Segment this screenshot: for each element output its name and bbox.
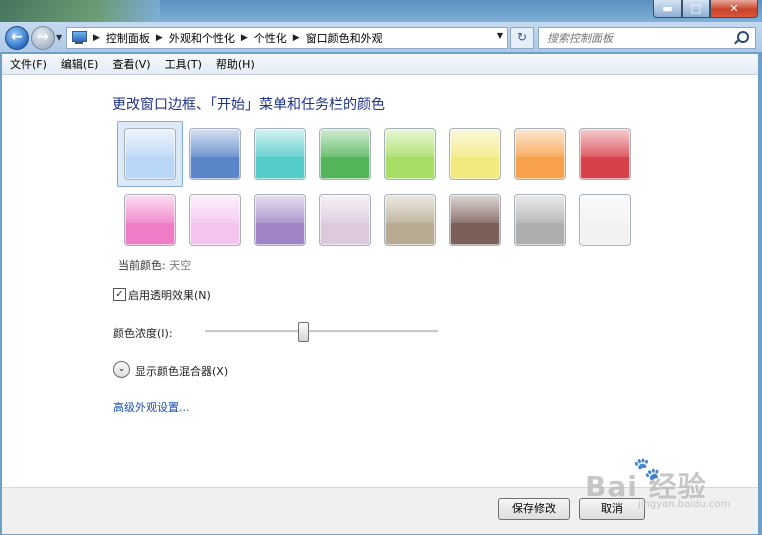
color-swatch-sky[interactable] <box>124 128 176 180</box>
forward-button[interactable]: → <box>31 26 55 50</box>
color-swatch-taupe[interactable] <box>384 194 436 246</box>
chevron-right-icon[interactable]: ▶ <box>156 33 163 43</box>
color-swatch-lemon[interactable] <box>449 128 501 180</box>
chevron-right-icon[interactable]: ▶ <box>93 33 100 43</box>
breadcrumb-item-window-color[interactable]: 窗口颜色和外观 <box>306 30 383 46</box>
menu-tools[interactable]: 工具(T) <box>165 56 202 72</box>
color-swatch-red[interactable] <box>579 128 631 180</box>
chevron-down-icon[interactable]: ▼ <box>497 31 503 40</box>
breadcrumb-item-control-panel[interactable]: 控制面板 <box>106 30 150 46</box>
color-mixer-toggle[interactable]: 显示颜色混合器(X) <box>135 363 228 379</box>
color-swatch-leaf[interactable] <box>319 128 371 180</box>
color-swatch-violet[interactable] <box>254 194 306 246</box>
search-input[interactable] <box>545 28 729 48</box>
color-swatch-sea[interactable] <box>254 128 306 180</box>
close-button[interactable]: ✕ <box>710 0 758 18</box>
transparency-label[interactable]: 启用透明效果(N) <box>128 287 211 303</box>
breadcrumb-item-appearance[interactable]: 外观和个性化 <box>169 30 235 46</box>
watermark-url: jingyan.baidu.com <box>638 499 731 510</box>
color-swatch-orange[interactable] <box>514 128 566 180</box>
menu-help[interactable]: 帮助(H) <box>216 56 255 72</box>
color-swatch-frost[interactable] <box>579 194 631 246</box>
chevron-right-icon[interactable]: ▶ <box>241 33 248 43</box>
chevron-right-icon[interactable]: ▶ <box>293 33 300 43</box>
menu-file[interactable]: 文件(F) <box>10 56 47 72</box>
color-swatch-chocolate[interactable] <box>449 194 501 246</box>
intensity-slider-thumb[interactable] <box>297 322 309 342</box>
window-controls: ▬ □ ✕ <box>653 0 758 18</box>
breadcrumb[interactable]: ▶ 控制面板 ▶ 外观和个性化 ▶ 个性化 ▶ 窗口颜色和外观 ▼ <box>66 27 508 49</box>
color-swatch-slate[interactable] <box>514 194 566 246</box>
breadcrumb-item-personalization[interactable]: 个性化 <box>254 30 287 46</box>
current-color: 当前颜色: 天空 <box>118 257 191 273</box>
color-swatch-fuchsia[interactable] <box>124 194 176 246</box>
desktop-background-strip <box>0 0 160 22</box>
content-area <box>2 75 758 487</box>
back-button[interactable]: ← <box>5 26 29 50</box>
refresh-icon: ↻ <box>516 30 528 44</box>
current-color-value: 天空 <box>169 259 192 272</box>
paw-icon: 🐾 <box>633 457 661 482</box>
search-icon[interactable] <box>737 31 749 43</box>
refresh-button[interactable]: ↻ <box>510 27 534 49</box>
watermark: Bai 经验 🐾 jingyan.baidu.com <box>585 457 745 521</box>
save-button[interactable]: 保存修改 <box>498 498 570 520</box>
color-swatch-lime[interactable] <box>384 128 436 180</box>
current-color-label: 当前颜色: <box>118 259 166 272</box>
menu-bar: 文件(F) 编辑(E) 查看(V) 工具(T) 帮助(H) <box>2 54 758 75</box>
minimize-button[interactable]: ▬ <box>653 0 682 18</box>
menu-view[interactable]: 查看(V) <box>112 56 150 72</box>
intensity-slider-track[interactable] <box>205 330 438 333</box>
color-swatch-blush[interactable] <box>189 194 241 246</box>
menu-edit[interactable]: 编辑(E) <box>61 56 99 72</box>
color-swatch-lavender[interactable] <box>319 194 371 246</box>
color-swatch-twilight[interactable] <box>189 128 241 180</box>
advanced-appearance-link[interactable]: 高级外观设置... <box>113 399 190 415</box>
page-title: 更改窗口边框、「开始」菜单和任务栏的颜色 <box>112 97 385 113</box>
transparency-checkbox[interactable]: ✓ <box>113 288 126 301</box>
search-box[interactable] <box>538 27 756 49</box>
history-dropdown-icon[interactable]: ▼ <box>56 33 62 42</box>
maximize-button[interactable]: □ <box>682 0 710 18</box>
intensity-label: 颜色浓度(I): <box>113 327 173 340</box>
chevron-down-icon[interactable]: ⌄ <box>113 361 130 378</box>
control-panel-icon <box>71 31 87 45</box>
